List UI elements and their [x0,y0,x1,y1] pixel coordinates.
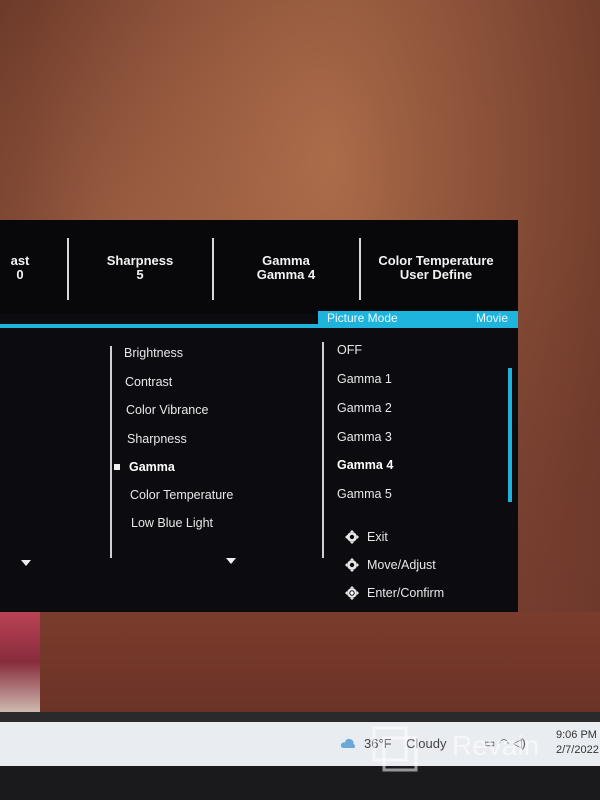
top-item-gamma: Gamma Gamma 4 [216,254,356,282]
game-character-art [0,612,40,712]
top-item-value: Gamma 4 [256,267,316,282]
monitor-osd-menu: ast 0 Sharpness 5 Gamma Gamma 4 Color Te… [0,220,518,612]
control-label: Exit [367,530,388,544]
osd-top-bar: ast 0 Sharpness 5 Gamma Gamma 4 Color Te… [0,220,518,314]
monitor-stand-area [0,766,600,800]
option-gamma-1[interactable]: Gamma 1 [337,372,392,386]
menu-item-color-vibrance[interactable]: Color Vibrance [126,403,208,417]
menu-item-low-blue-light[interactable]: Low Blue Light [131,516,213,530]
system-tray: ▭ ◠ ◁) [484,736,526,750]
joystick-press-icon [345,586,359,600]
top-item-label: Sharpness [106,253,174,268]
menu-item-color-temperature[interactable]: Color Temperature [130,488,233,502]
top-item-label: Color Temperature [378,253,494,268]
menu-item-sharpness[interactable]: Sharpness [127,432,187,446]
clock-time: 9:06 PM [556,729,597,741]
menu-item-contrast[interactable]: Contrast [125,375,172,389]
scroll-down-arrow-icon[interactable] [21,560,31,566]
option-gamma-2[interactable]: Gamma 2 [337,401,392,415]
top-item-value: 5 [136,267,144,282]
option-off[interactable]: OFF [337,343,362,357]
column-separator [110,346,112,558]
top-separator [359,238,361,300]
picture-mode-value: Movie [475,311,508,325]
top-item-value: User Define [399,267,473,282]
menu-item-brightness[interactable]: Brightness [124,346,183,360]
top-item-label: Gamma [262,253,310,268]
selection-bullet [114,464,120,470]
windows-taskbar: 36°F Cloudy ▭ ◠ ◁) 9:06 PM 2/7/2022 [0,722,600,766]
menu-item-gamma[interactable]: Gamma [129,460,175,474]
control-label: Move/Adjust [367,558,436,572]
clock-date: 2/7/2022 [556,744,599,756]
options-scrollbar[interactable] [508,368,512,502]
top-item-sharpness: Sharpness 5 [70,254,210,282]
scroll-down-arrow-icon[interactable] [226,558,236,564]
control-label: Enter/Confirm [367,586,445,600]
network-icon[interactable]: ▭ [484,736,495,750]
joystick-move-icon [345,558,359,572]
joystick-left-icon [345,530,359,544]
cloud-icon [340,738,356,748]
monitor-screen-lower [0,612,600,718]
weather-temperature: 36°F [364,736,392,751]
top-separator [67,238,69,300]
option-gamma-5[interactable]: Gamma 5 [337,487,392,501]
volume-icon[interactable]: ◁) [513,736,526,750]
column-separator [322,342,324,558]
option-gamma-4[interactable]: Gamma 4 [337,458,393,472]
top-item-color-temperature: Color Temperature User Define [366,254,506,282]
picture-mode-label: Picture Mode [327,311,398,325]
wifi-icon[interactable]: ◠ [499,736,509,750]
weather-condition: Cloudy [406,736,447,751]
picture-mode-tag: Picture Mode Movie [318,311,518,326]
taskbar-clock[interactable]: 9:06 PM 2/7/2022 [556,728,599,758]
top-separator [212,238,214,300]
option-gamma-3[interactable]: Gamma 3 [337,430,392,444]
